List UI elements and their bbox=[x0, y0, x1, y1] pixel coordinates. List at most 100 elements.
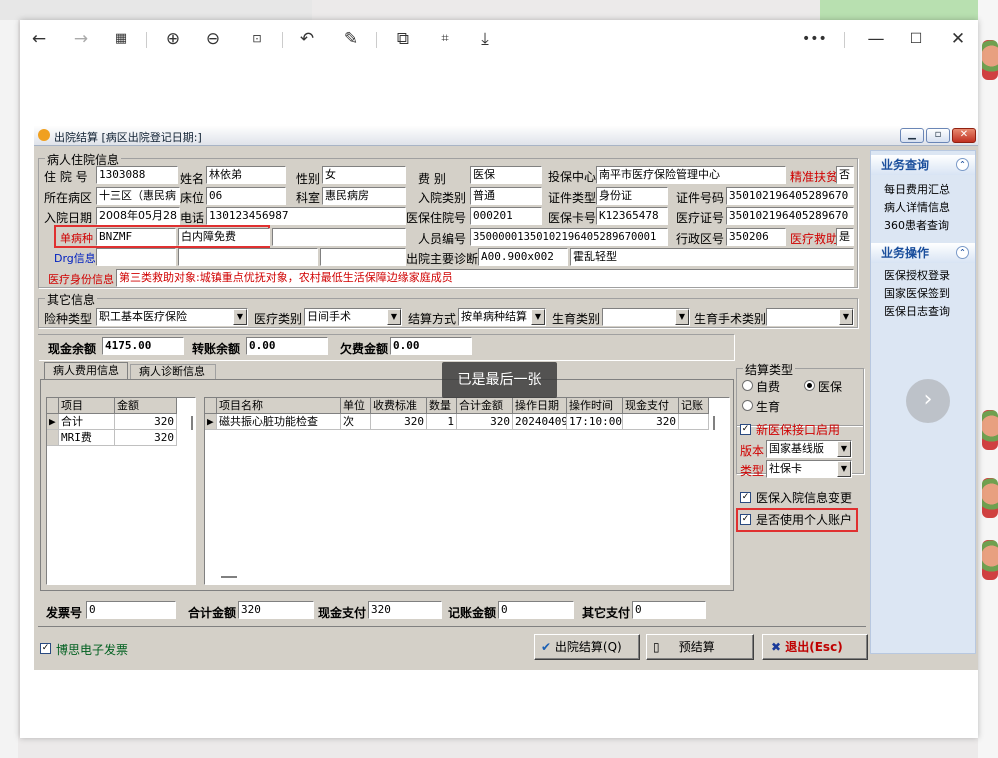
radio-maternity[interactable] bbox=[742, 400, 753, 411]
invoice-field[interactable]: 0 bbox=[86, 601, 176, 619]
pre-settle-button[interactable]: ▯ 预结算 bbox=[646, 634, 754, 660]
grid-icon[interactable]: ▦ bbox=[110, 28, 132, 50]
owed-balance-field[interactable]: 0.00 bbox=[390, 337, 472, 355]
phone-field[interactable]: 130123456987 bbox=[206, 207, 406, 225]
fee-type-field[interactable]: 医保 bbox=[470, 166, 542, 184]
table-cell[interactable]: 次 bbox=[341, 414, 371, 430]
version-select[interactable]: 国家基线版 ▼ bbox=[766, 440, 852, 458]
sidebar-item-daily-fees[interactable]: 每日费用汇总 bbox=[884, 181, 950, 197]
ward-field[interactable]: 十三区（惠民病 bbox=[96, 187, 180, 205]
admission-no-field[interactable]: 1303088 bbox=[96, 166, 178, 184]
einvoice-checkbox[interactable]: ✓ bbox=[40, 643, 51, 654]
cash-balance-field[interactable]: 4175.00 bbox=[102, 337, 184, 355]
table-cell[interactable]: 17:10:00 bbox=[567, 414, 623, 430]
discharge-diag-code-field[interactable]: A00.900x002 bbox=[478, 248, 568, 266]
tab-diagnosis-info[interactable]: 病人诊断信息 bbox=[130, 364, 216, 380]
gender-field[interactable]: 女 bbox=[322, 166, 406, 184]
sidebar-item-ins-auth-login[interactable]: 医保授权登录 bbox=[884, 267, 950, 283]
table-cell[interactable]: 合计 bbox=[59, 414, 115, 430]
identity-field[interactable]: 第三类救助对象:城镇重点优抚对象，农村最低生活保障边缘家庭成员 bbox=[116, 269, 854, 287]
edit-icon[interactable]: ✎ bbox=[340, 28, 362, 50]
card-type-select[interactable]: 社保卡 ▼ bbox=[766, 460, 852, 478]
window-minimize-button[interactable]: ▁ bbox=[900, 128, 924, 143]
id-no-field[interactable]: 350102196405289670 bbox=[726, 187, 854, 205]
table-cell[interactable]: 320 bbox=[623, 414, 679, 430]
ins-admit-no-field[interactable]: 000201 bbox=[470, 207, 542, 225]
scrollbar[interactable] bbox=[221, 576, 237, 578]
scrollbar[interactable] bbox=[191, 416, 193, 430]
more-icon[interactable]: ••• bbox=[802, 28, 827, 50]
table-cell[interactable]: 320 bbox=[371, 414, 427, 430]
birth-type-select[interactable]: ▼ bbox=[602, 308, 690, 326]
insured-center-field[interactable]: 南平市医疗保险管理中心 bbox=[596, 166, 786, 184]
drg-label[interactable]: Drg信息 bbox=[54, 250, 96, 266]
table-cell[interactable]: 20240409 bbox=[513, 414, 567, 430]
minimize-icon[interactable]: — bbox=[865, 28, 887, 50]
collapse-icon[interactable]: ⌃ bbox=[956, 246, 969, 259]
sidebar-item-patient-details[interactable]: 病人详情信息 bbox=[884, 199, 950, 215]
maximize-icon[interactable]: ☐ bbox=[905, 28, 927, 50]
radio-self-pay[interactable] bbox=[742, 380, 753, 391]
ins-type-select[interactable]: 职工基本医疗保险 ▼ bbox=[96, 308, 248, 326]
discharge-diag-name-field[interactable]: 霍乱轻型 bbox=[570, 248, 854, 266]
table-cell[interactable]: 320 bbox=[457, 414, 513, 430]
back-arrow-icon[interactable]: ← bbox=[28, 28, 50, 50]
ins-card-field[interactable]: K12365478 bbox=[596, 207, 668, 225]
exit-button[interactable]: ✖ 退出(Esc) bbox=[762, 634, 868, 660]
sidebar-header-ops[interactable]: 业务操作 ⌃ bbox=[871, 243, 975, 263]
med-cert-field[interactable]: 350102196405289670 bbox=[726, 207, 854, 225]
region-field[interactable]: 350206 bbox=[726, 228, 786, 246]
drg-field-1[interactable] bbox=[96, 248, 176, 266]
admit-date-field[interactable]: 2008年05月28 bbox=[96, 207, 180, 225]
sidebar-item-ins-sign-in[interactable]: 国家医保签到 bbox=[884, 285, 950, 301]
name-field[interactable]: 林依弟 bbox=[206, 166, 286, 184]
rotate-icon[interactable]: ↶ bbox=[296, 28, 318, 50]
table-cell[interactable]: 320 bbox=[115, 414, 177, 430]
discharge-settle-button[interactable]: ✔ 出院结算(Q) bbox=[534, 634, 640, 660]
actual-size-icon[interactable]: ⊡ bbox=[246, 28, 268, 50]
single-disease-code-field[interactable]: BNZMF bbox=[96, 228, 176, 246]
ins-admit-change-checkbox[interactable]: ✓ bbox=[740, 492, 751, 503]
download-icon[interactable]: ⤓ bbox=[474, 28, 496, 50]
forward-arrow-icon[interactable]: → bbox=[70, 28, 92, 50]
zoom-out-icon[interactable]: ⊖ bbox=[202, 28, 224, 50]
window-close-button[interactable]: ✕ bbox=[952, 128, 976, 143]
table-cell[interactable]: 1 bbox=[427, 414, 457, 430]
table-cell[interactable] bbox=[679, 414, 709, 430]
total-amount-field[interactable]: 320 bbox=[238, 601, 314, 619]
window-maximize-button[interactable]: ▫ bbox=[926, 128, 950, 143]
scrollbar[interactable] bbox=[713, 416, 715, 430]
settle-mode-select[interactable]: 按单病种结算 ▼ bbox=[458, 308, 546, 326]
table-cell[interactable]: 磁共振心脏功能检查 bbox=[217, 414, 341, 430]
ins-interface-checkbox[interactable]: ✓ bbox=[740, 424, 751, 435]
tab-fee-info[interactable]: 病人费用信息 bbox=[44, 362, 128, 380]
transfer-balance-field[interactable]: 0.00 bbox=[246, 337, 328, 355]
cash-pay-field[interactable]: 320 bbox=[368, 601, 442, 619]
radio-insurance[interactable] bbox=[804, 380, 815, 391]
sidebar-header-query[interactable]: 业务查询 ⌃ bbox=[871, 155, 975, 175]
bed-field[interactable]: 06 bbox=[206, 187, 286, 205]
med-type-select[interactable]: 日间手术 ▼ bbox=[304, 308, 402, 326]
close-icon[interactable]: ✕ bbox=[947, 28, 969, 50]
translate-icon[interactable]: ⌗ bbox=[434, 28, 456, 50]
admit-type-field[interactable]: 普通 bbox=[470, 187, 542, 205]
ocr-icon[interactable]: ⧉ bbox=[392, 28, 414, 50]
aid-field[interactable]: 是 bbox=[836, 228, 854, 246]
table-cell[interactable]: 320 bbox=[115, 430, 177, 446]
sidebar-item-360-query[interactable]: 360患者查询 bbox=[884, 217, 949, 233]
account-amount-field[interactable]: 0 bbox=[498, 601, 574, 619]
personal-account-checkbox[interactable]: ✓ bbox=[740, 514, 751, 525]
collapse-icon[interactable]: ⌃ bbox=[956, 158, 969, 171]
dept-field[interactable]: 惠民病房 bbox=[322, 187, 406, 205]
person-no-field[interactable]: 35000001350102196405289670001 bbox=[470, 228, 668, 246]
zoom-in-icon[interactable]: ⊕ bbox=[162, 28, 184, 50]
other-pay-field[interactable]: 0 bbox=[632, 601, 706, 619]
drg-field-3[interactable] bbox=[320, 248, 406, 266]
birth-surgery-select[interactable]: ▼ bbox=[766, 308, 854, 326]
single-disease-extra-field[interactable] bbox=[272, 228, 406, 246]
id-type-field[interactable]: 身份证 bbox=[596, 187, 668, 205]
poverty-field[interactable]: 否 bbox=[836, 166, 854, 184]
next-image-button[interactable]: › bbox=[906, 379, 950, 423]
single-disease-name-field[interactable]: 白内障免费 bbox=[178, 228, 270, 246]
sidebar-item-ins-log-query[interactable]: 医保日志查询 bbox=[884, 303, 950, 319]
